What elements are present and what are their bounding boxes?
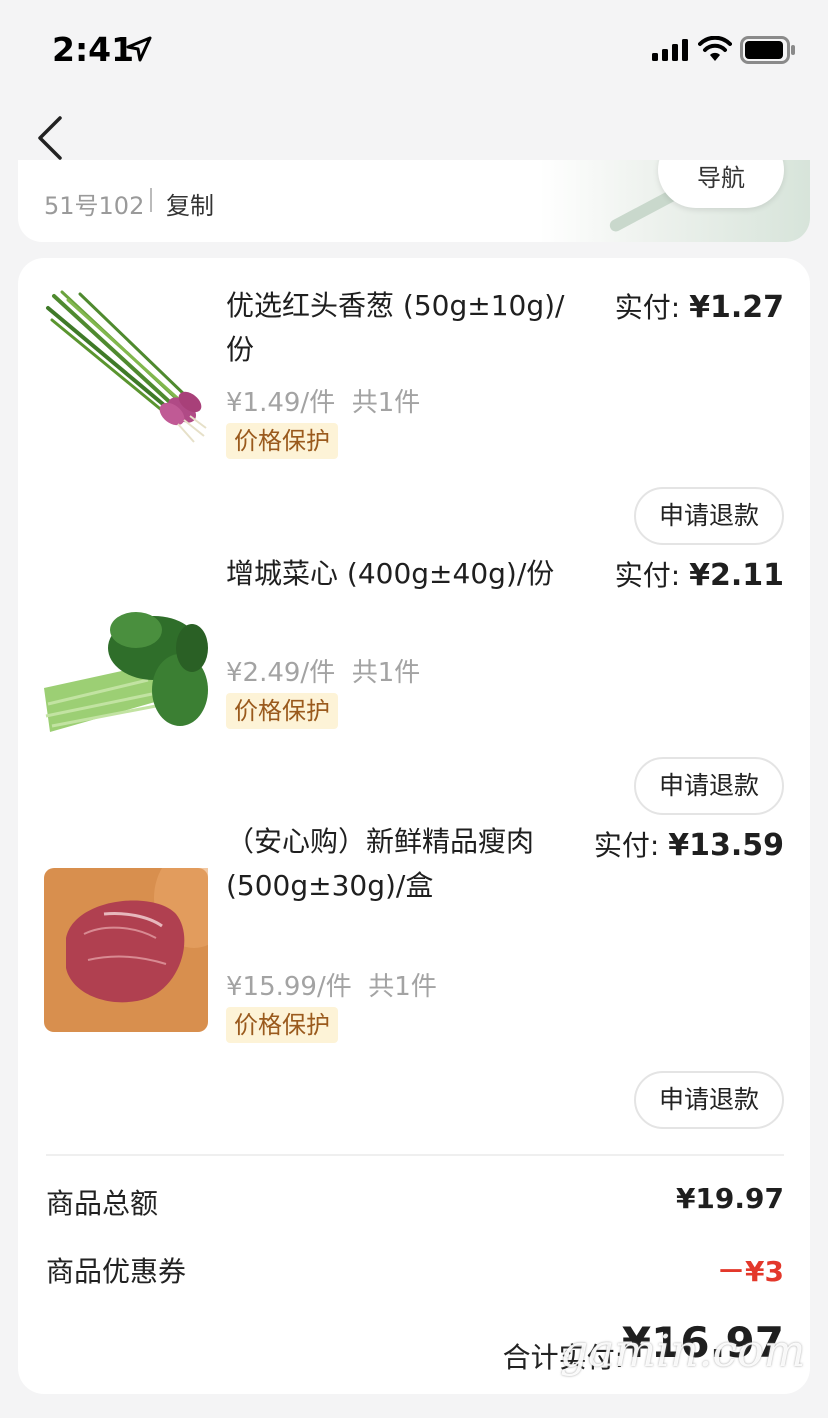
navigate-button[interactable]: 导航 bbox=[658, 160, 784, 208]
item-name: （安心购）新鲜精品瘦肉(500g±30g)/盒 bbox=[226, 825, 535, 902]
item-price: ¥15.99/件 共1件 bbox=[226, 966, 437, 1003]
paid-amount: ¥13.59 bbox=[668, 828, 784, 863]
coupon-row: 商品优惠券 －¥3 bbox=[46, 1250, 784, 1290]
coupon-value: －¥3 bbox=[717, 1255, 784, 1288]
order-items-card: 优选红头香葱 (50g±10g)/份 实付: ¥1.27 ¥1.49/件 共1件… bbox=[18, 258, 810, 1394]
battery-icon bbox=[740, 36, 795, 64]
item-paid: 实付: ¥1.27 bbox=[615, 286, 784, 326]
cellular-signal-icon bbox=[652, 39, 688, 61]
unit-price: ¥15.99/件 bbox=[226, 972, 352, 1002]
paid-label: 实付: bbox=[614, 559, 681, 592]
subtotal-label: 商品总额 bbox=[46, 1187, 159, 1220]
paid-amount: ¥1.27 bbox=[689, 290, 784, 325]
pork-product-image bbox=[44, 868, 208, 1032]
item-name: 优选红头香葱 (50g±10g)/份 bbox=[226, 289, 565, 366]
copy-button[interactable]: 复制 bbox=[166, 186, 214, 221]
subtotal-row: 商品总额 ¥19.97 bbox=[46, 1182, 784, 1222]
order-item: 增城菜心 (400g±40g)/份 实付: ¥2.11 ¥2.49/件 共1件 … bbox=[18, 528, 810, 815]
item-quantity: 共1件 bbox=[351, 388, 421, 418]
address-card: 导航 51号102 复制 bbox=[18, 160, 810, 242]
order-item: 优选红头香葱 (50g±10g)/份 实付: ¥1.27 ¥1.49/件 共1件… bbox=[18, 258, 810, 545]
order-item: （安心购）新鲜精品瘦肉(500g±30g)/盒 实付: ¥13.59 ¥15.9… bbox=[18, 798, 810, 1129]
price-protection-tag: 价格保护 bbox=[226, 1007, 338, 1043]
price-protection-tag: 价格保护 bbox=[226, 423, 338, 459]
divider bbox=[150, 188, 152, 212]
paid-label: 实付: bbox=[593, 829, 660, 862]
refund-button[interactable]: 申请退款 bbox=[634, 1071, 784, 1129]
item-quantity: 共1件 bbox=[351, 658, 421, 688]
watermark: gamin.com bbox=[560, 1326, 806, 1377]
item-paid: 实付: ¥13.59 bbox=[594, 824, 784, 864]
wifi-icon bbox=[698, 36, 732, 61]
paid-amount: ¥2.11 bbox=[689, 558, 784, 593]
price-protection-tag: 价格保护 bbox=[226, 693, 338, 729]
paid-label: 实付: bbox=[614, 291, 681, 324]
subtotal-value: ¥19.97 bbox=[675, 1182, 784, 1215]
item-paid: 实付: ¥2.11 bbox=[615, 554, 784, 594]
item-price: ¥2.49/件 共1件 bbox=[226, 652, 420, 689]
item-name: 增城菜心 (400g±40g)/份 bbox=[226, 557, 555, 590]
unit-price: ¥1.49/件 bbox=[226, 388, 336, 418]
back-chevron-icon[interactable] bbox=[32, 112, 68, 164]
item-price: ¥1.49/件 共1件 bbox=[226, 382, 420, 419]
unit-price: ¥2.49/件 bbox=[226, 658, 336, 688]
address-room: 51号102 bbox=[44, 192, 145, 220]
status-bar: 2:41 bbox=[0, 0, 828, 100]
location-arrow-icon bbox=[126, 36, 152, 62]
item-quantity: 共1件 bbox=[368, 972, 437, 1002]
coupon-label: 商品优惠券 bbox=[46, 1255, 187, 1288]
choy-sum-product-image bbox=[44, 608, 208, 772]
status-time: 2:41 bbox=[52, 30, 135, 69]
scallion-product-image bbox=[44, 286, 208, 450]
divider bbox=[46, 1154, 784, 1156]
